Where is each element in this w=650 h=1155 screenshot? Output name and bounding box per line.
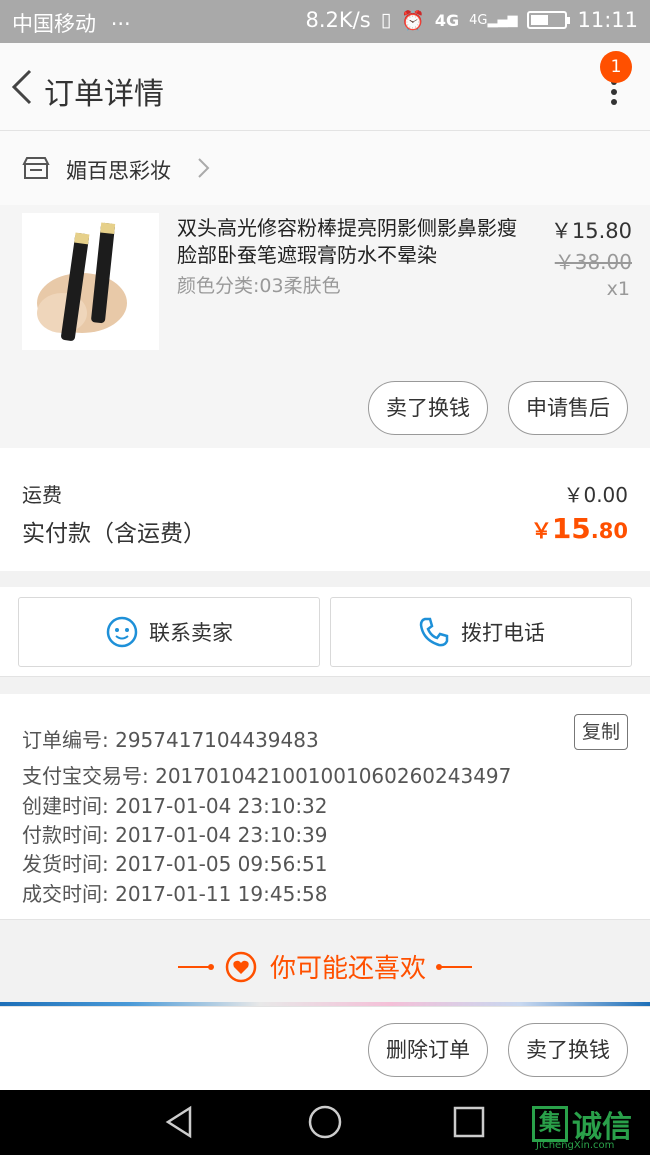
phone-icon [419,617,449,647]
order-number: 订单编号: 2957417104439483 [22,728,319,752]
completed-time: 成交时间: 2017-01-11 19:45:58 [22,882,328,906]
shipping-label: 运费 [22,483,62,507]
more-menu-icon[interactable] [608,79,620,109]
recommend-section: 你可能还喜欢 [0,920,650,1006]
chat-bubble-icon [106,616,138,648]
after-sale-button[interactable]: 申请售后 [508,381,628,435]
call-phone-button[interactable]: 拨打电话 [330,597,632,667]
heart-icon [225,951,257,982]
carrier-name: 中国移动 ··· [12,12,131,36]
battery-icon [527,11,571,29]
clock: 11:11 [577,8,638,32]
paid-label: 实付款（含运费） [22,521,206,547]
payment-summary: 运费 ￥0.00 实付款（含运费） ￥15.80 [0,448,650,571]
order-info: 订单编号: 2957417104439483 复制 支付宝交易号: 201701… [0,694,650,920]
product-original-price: ￥38.00 [554,250,632,274]
nav-header: 订单详情 1 [0,43,650,131]
divider-right [436,963,472,970]
watermark-site: JiChengXin.com [536,1140,615,1151]
chevron-right-icon [198,158,210,178]
vibrate-icon: ▯ [380,9,392,31]
paid-value: ￥15.80 [530,512,628,545]
shop-row[interactable]: 媚百思彩妆 [0,131,650,205]
copy-button[interactable]: 复制 [574,714,628,750]
sell-for-cash-button[interactable]: 卖了换钱 [368,381,488,435]
product-card[interactable]: 双头高光修容粉棒提亮阴影侧影鼻影瘦脸部卧蚕笔遮瑕膏防水不晕染 颜色分类:03柔肤… [0,205,650,448]
network-speed: 8.2K/s [305,8,371,32]
divider-left [177,963,214,970]
watermark-box: 集 [532,1106,568,1142]
notification-badge: 1 [600,51,632,83]
recommend-header: 你可能还喜欢 [0,948,650,985]
nav-back-icon[interactable] [162,1104,198,1140]
product-title: 双头高光修容粉棒提亮阴影侧影鼻影瘦脸部卧蚕笔遮瑕膏防水不晕染 [177,216,517,267]
alipay-trade-number: 支付宝交易号: 2017010421001001060260243497 [22,764,512,788]
page-title: 订单详情 [44,77,164,112]
nav-home-icon[interactable] [307,1104,343,1140]
signal-icon: 4G▂▄▆ [469,12,518,28]
product-price: ￥15.80 [550,219,632,243]
paid-time: 付款时间: 2017-01-04 23:10:39 [22,823,328,847]
contact-bar: 联系卖家 拨打电话 [0,587,650,677]
nav-recents-icon[interactable] [451,1104,487,1140]
bottom-action-bar: 删除订单 卖了换钱 [0,1006,650,1090]
delete-order-button[interactable]: 删除订单 [368,1023,488,1077]
sell-for-cash-bottom-button[interactable]: 卖了换钱 [508,1023,628,1077]
product-image[interactable] [22,213,159,350]
network-4g-label: 4G [434,10,460,30]
status-icons: 8.2K/s ▯ ⏰ 4G 4G▂▄▆ 11:11 [306,8,638,32]
store-icon [22,157,50,179]
back-arrow-icon[interactable] [8,65,38,109]
shipping-value: ￥0.00 [563,483,628,507]
recommend-label: 你可能还喜欢 [269,954,426,984]
shipped-time: 发货时间: 2017-01-05 09:56:51 [22,852,328,876]
product-quantity: x1 [606,278,630,300]
alarm-icon: ⏰ [401,9,425,32]
status-bar: 中国移动 ··· 8.2K/s ▯ ⏰ 4G 4G▂▄▆ 11:11 [0,0,650,43]
product-spec: 颜色分类:03柔肤色 [177,275,341,297]
shop-name: 媚百思彩妆 [66,159,171,183]
created-time: 创建时间: 2017-01-04 23:10:32 [22,794,328,818]
product-thumbnail-graphic [37,222,127,341]
contact-seller-button[interactable]: 联系卖家 [18,597,320,667]
